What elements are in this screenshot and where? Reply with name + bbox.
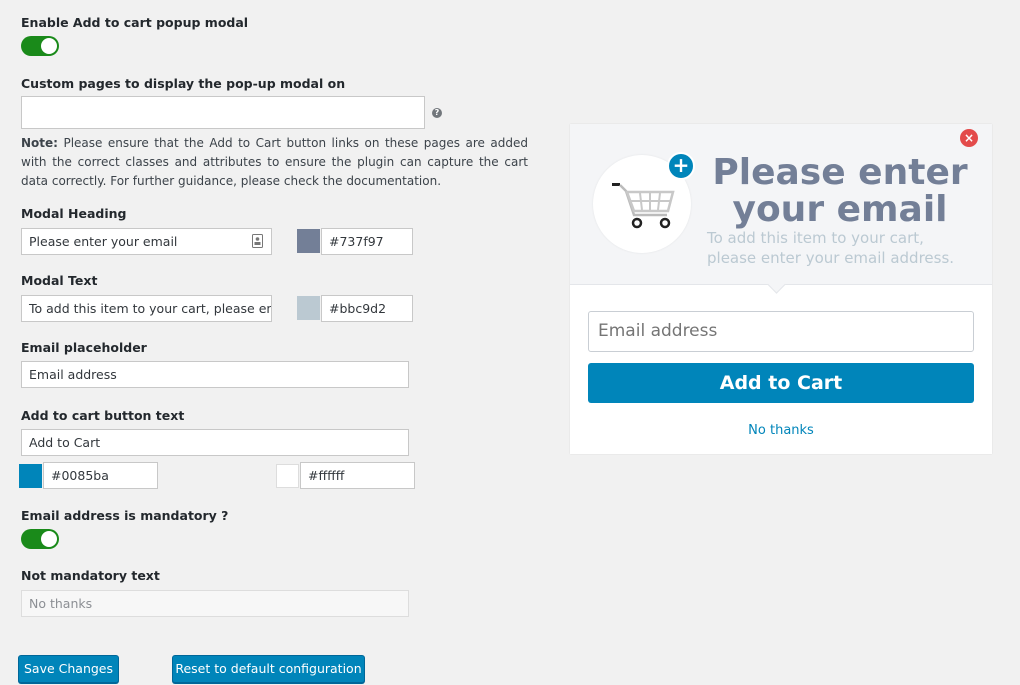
preview-add-to-cart-button[interactable]: Add to Cart: [588, 363, 974, 403]
email-placeholder-input[interactable]: Email address: [21, 361, 409, 388]
modal-heading-input[interactable]: Please enter your email: [21, 228, 272, 255]
button-bg-color-input[interactable]: #0085ba: [43, 462, 158, 489]
email-mandatory-label: Email address is mandatory ?: [21, 508, 229, 523]
not-mandatory-input[interactable]: No thanks: [21, 590, 409, 617]
custom-pages-label: Custom pages to display the pop-up modal…: [21, 76, 346, 91]
custom-pages-input[interactable]: [21, 96, 425, 129]
button-text-label: Add to cart button text: [21, 408, 185, 423]
note-label: Note:: [21, 136, 58, 150]
toggle-knob: [41, 38, 57, 54]
text-color-swatch[interactable]: [297, 296, 320, 320]
button-bg-color-swatch[interactable]: [19, 464, 42, 488]
modal-text-label: Modal Text: [21, 273, 98, 288]
not-mandatory-label: Not mandatory text: [21, 568, 160, 583]
heading-color-swatch[interactable]: [297, 229, 320, 253]
contact-card-icon[interactable]: [252, 234, 263, 248]
preview-email-input[interactable]: Email address: [588, 311, 974, 352]
modal-heading-value: Please enter your email: [29, 234, 178, 249]
enable-popup-toggle[interactable]: [21, 36, 59, 56]
close-icon[interactable]: ×: [960, 129, 978, 147]
note-body: Please ensure that the Add to Cart butto…: [21, 136, 528, 188]
button-text-color-swatch[interactable]: [276, 464, 299, 488]
button-text-input[interactable]: Add to Cart: [21, 429, 409, 456]
modal-text-input[interactable]: To add this item to your cart, please en…: [21, 295, 272, 322]
note-text: Note: Please ensure that the Add to Cart…: [21, 134, 528, 191]
reset-default-button[interactable]: Reset to default configuration: [172, 655, 365, 683]
preview-text: To add this item to your cart, please en…: [707, 229, 955, 267]
preview-heading: Please enter your email: [712, 152, 968, 230]
text-color-input[interactable]: #bbc9d2: [321, 295, 413, 322]
help-icon[interactable]: ?: [432, 108, 442, 118]
preview-no-thanks-link[interactable]: No thanks: [570, 423, 992, 438]
email-placeholder-label: Email placeholder: [21, 340, 147, 355]
save-changes-button[interactable]: Save Changes: [18, 655, 119, 683]
enable-popup-label: Enable Add to cart popup modal: [21, 15, 249, 30]
add-plus-icon: +: [667, 152, 695, 180]
toggle-knob: [41, 531, 57, 547]
heading-color-input[interactable]: #737f97: [321, 228, 413, 255]
button-text-color-input[interactable]: #ffffff: [300, 462, 415, 489]
email-mandatory-toggle[interactable]: [21, 529, 59, 549]
modal-preview: × + Please enter your email To add this …: [570, 124, 992, 454]
modal-heading-label: Modal Heading: [21, 206, 127, 221]
